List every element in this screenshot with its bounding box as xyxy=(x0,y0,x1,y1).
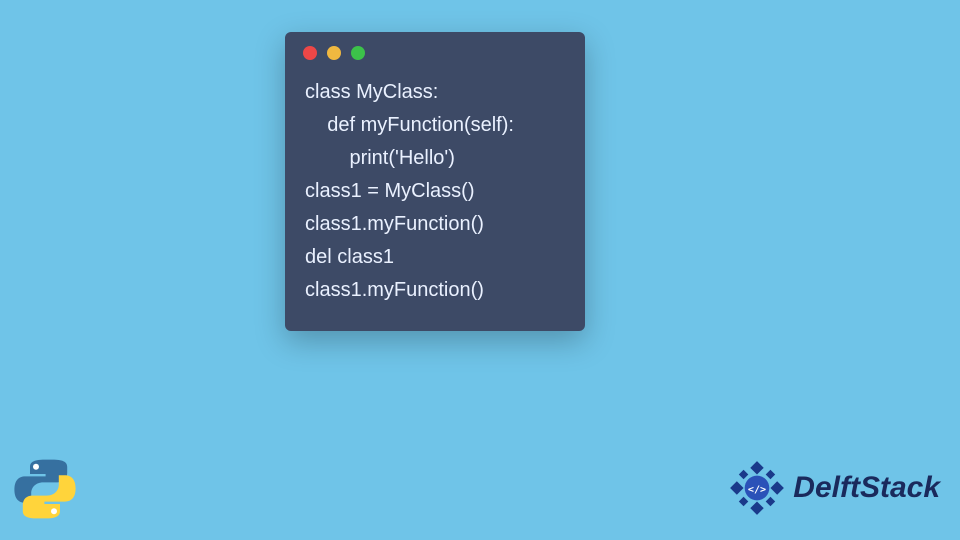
maximize-icon[interactable] xyxy=(351,46,365,60)
code-line: class1.myFunction() xyxy=(305,274,565,307)
delftstack-brand: </> DelftStack xyxy=(729,460,940,516)
brand-name: DelftStack xyxy=(793,471,940,505)
python-logo-icon xyxy=(12,456,78,522)
code-line: class1 = MyClass() xyxy=(305,175,565,208)
code-line: def myFunction(self): xyxy=(305,109,565,142)
code-line: del class1 xyxy=(305,241,565,274)
code-line: class MyClass: xyxy=(305,76,565,109)
svg-text:</>: </> xyxy=(748,484,766,495)
minimize-icon[interactable] xyxy=(327,46,341,60)
code-line: class1.myFunction() xyxy=(305,208,565,241)
delftstack-logo-icon: </> xyxy=(729,460,785,516)
code-window: class MyClass: def myFunction(self): pri… xyxy=(285,32,585,331)
code-block: class MyClass: def myFunction(self): pri… xyxy=(285,70,585,317)
window-titlebar xyxy=(285,32,585,70)
close-icon[interactable] xyxy=(303,46,317,60)
code-line: print('Hello') xyxy=(305,142,565,175)
